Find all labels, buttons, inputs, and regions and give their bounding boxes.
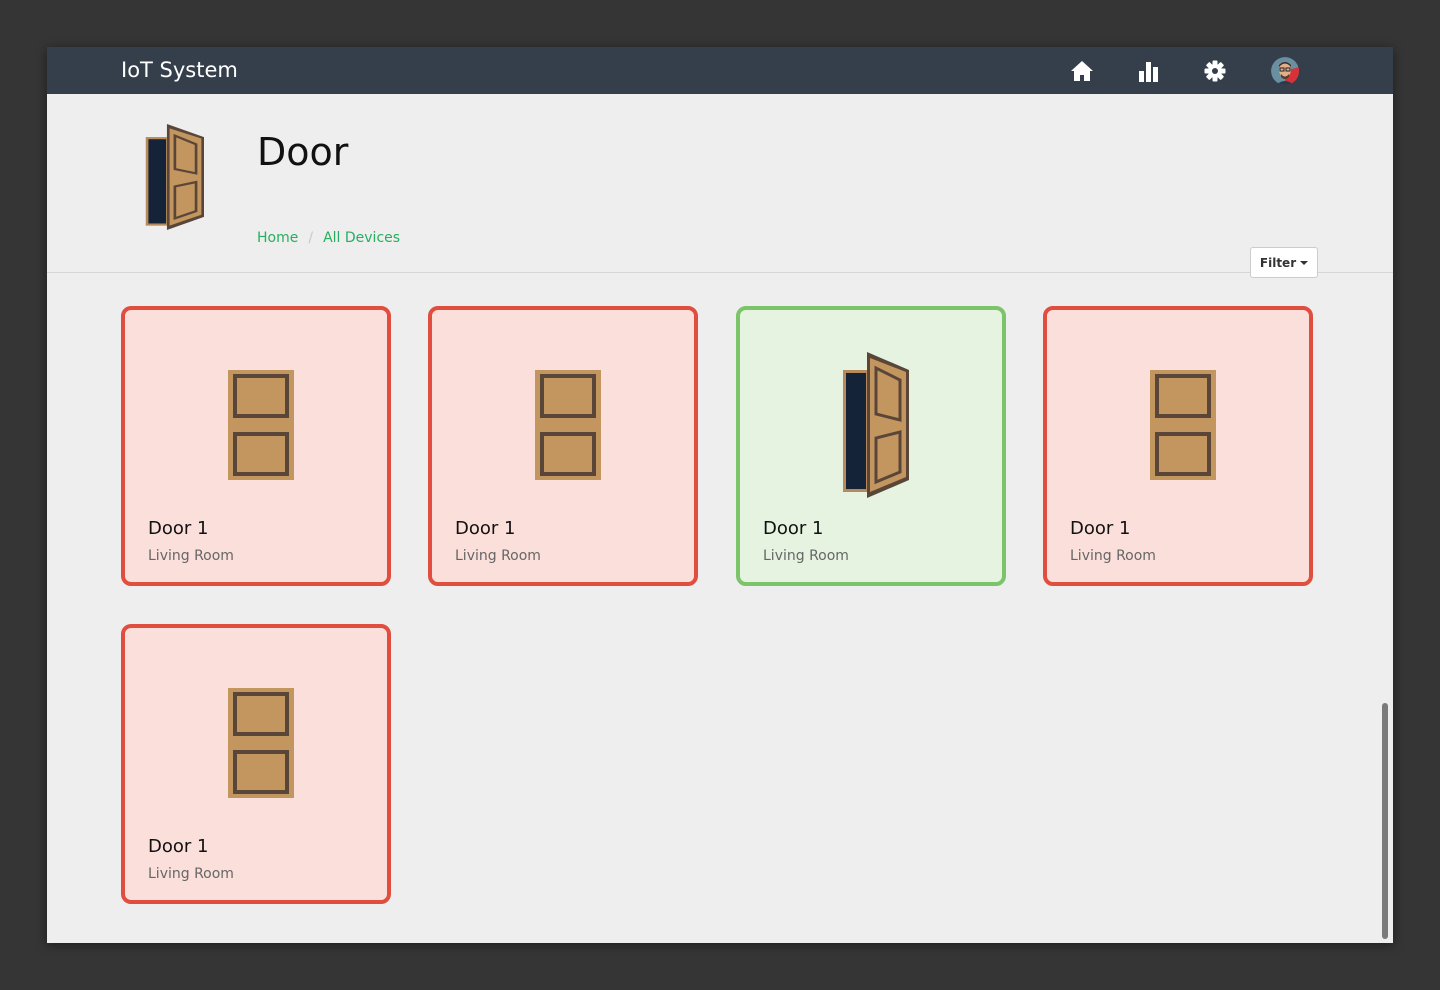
device-card[interactable]: Door 1 Living Room bbox=[428, 306, 698, 586]
app-window: IoT System Door Home / All Devices Filte… bbox=[47, 47, 1393, 943]
device-name: Door 1 bbox=[148, 518, 209, 539]
device-card[interactable]: Door 1 Living Room bbox=[121, 306, 391, 586]
closed-door-icon bbox=[228, 370, 294, 480]
device-room: Living Room bbox=[1070, 548, 1156, 564]
device-name: Door 1 bbox=[763, 518, 824, 539]
closed-door-icon bbox=[535, 370, 601, 480]
navbar: IoT System bbox=[47, 47, 1393, 94]
scrollbar[interactable] bbox=[1382, 703, 1388, 939]
page-title: Door bbox=[257, 130, 349, 174]
door-icon bbox=[144, 124, 204, 230]
home-icon[interactable] bbox=[1069, 58, 1095, 84]
filter-button[interactable]: Filter bbox=[1250, 247, 1318, 278]
device-name: Door 1 bbox=[455, 518, 516, 539]
device-name: Door 1 bbox=[148, 836, 209, 857]
device-card[interactable]: Door 1 Living Room bbox=[121, 624, 391, 904]
closed-door-icon bbox=[228, 688, 294, 798]
breadcrumb-home-link[interactable]: Home bbox=[257, 230, 298, 246]
open-door-icon bbox=[841, 352, 909, 498]
device-room: Living Room bbox=[148, 548, 234, 564]
device-card[interactable]: Door 1 Living Room bbox=[1043, 306, 1313, 586]
filter-button-label: Filter bbox=[1259, 255, 1297, 270]
avatar[interactable] bbox=[1271, 57, 1299, 85]
gear-icon[interactable] bbox=[1202, 58, 1228, 84]
device-room: Living Room bbox=[455, 548, 541, 564]
bar-chart-icon[interactable] bbox=[1136, 58, 1162, 84]
breadcrumb-separator: / bbox=[308, 230, 314, 246]
closed-door-icon bbox=[1150, 370, 1216, 480]
caret-down-icon bbox=[1300, 260, 1309, 265]
page-header: Door Home / All Devices Filter bbox=[47, 94, 1393, 278]
brand-title[interactable]: IoT System bbox=[121, 47, 238, 94]
breadcrumb-all-devices-link[interactable]: All Devices bbox=[323, 230, 400, 246]
device-card[interactable]: Door 1 Living Room bbox=[736, 306, 1006, 586]
device-name: Door 1 bbox=[1070, 518, 1131, 539]
device-room: Living Room bbox=[148, 866, 234, 882]
device-room: Living Room bbox=[763, 548, 849, 564]
breadcrumb: Home / All Devices bbox=[257, 230, 400, 246]
